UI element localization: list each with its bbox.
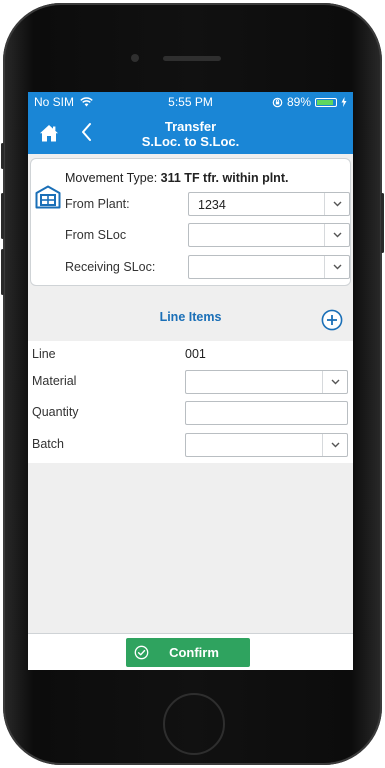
chevron-down-icon (322, 371, 347, 393)
status-right: 89% (272, 95, 347, 109)
home-icon[interactable] (38, 122, 60, 144)
status-bar: No SIM 5:55 PM 89% (28, 92, 353, 112)
quantity-input[interactable] (185, 401, 348, 425)
header-card: Movement Type: 311 TF tfr. within plnt. … (30, 158, 351, 286)
receiving-sloc-label: Receiving SLoc: (65, 260, 156, 274)
add-line-item-icon[interactable] (321, 309, 343, 331)
line-item-form: Line 001 Material Quantity Batch (28, 341, 353, 463)
line-value: 001 (185, 347, 206, 361)
charging-icon (341, 97, 347, 107)
line-label: Line (32, 347, 56, 361)
confirm-button[interactable]: Confirm (126, 638, 250, 667)
from-plant-select[interactable]: 1234 (188, 192, 350, 216)
orientation-lock-icon (272, 97, 283, 107)
volume-down-button (1, 249, 4, 295)
app-screen: No SIM 5:55 PM 89% Transfer S.Loc. to S.… (28, 92, 353, 670)
power-button (381, 193, 384, 253)
from-plant-label: From Plant: (65, 197, 130, 211)
movement-type: Movement Type: 311 TF tfr. within plnt. (65, 171, 288, 185)
battery-icon (315, 97, 337, 107)
page-title: Transfer S.Loc. to S.Loc. (108, 119, 273, 149)
volume-up-button (1, 193, 4, 239)
mute-switch (1, 143, 4, 169)
hardware-home-button[interactable] (163, 693, 225, 755)
chevron-down-icon (324, 224, 349, 246)
from-sloc-select[interactable] (188, 223, 350, 247)
chevron-down-icon (322, 434, 347, 456)
footer-bar: Confirm (28, 633, 353, 670)
front-camera (131, 54, 139, 62)
movement-type-label: Movement Type: (65, 171, 158, 185)
warehouse-icon (35, 185, 61, 209)
material-label: Material (32, 374, 77, 388)
receiving-sloc-select[interactable] (188, 255, 350, 279)
battery-percent: 89% (286, 95, 311, 109)
line-items-title: Line Items (159, 310, 222, 324)
movement-type-value: 311 TF tfr. within plnt. (160, 171, 289, 185)
page-title-line1: Transfer (164, 119, 217, 134)
page-title-line2: S.Loc. to S.Loc. (141, 134, 240, 149)
chevron-down-icon (324, 256, 349, 278)
navigation-bar: Transfer S.Loc. to S.Loc. (28, 112, 353, 154)
battery-fill (317, 99, 333, 105)
from-plant-value: 1234 (198, 198, 226, 212)
quantity-label: Quantity (32, 405, 79, 419)
back-chevron-icon[interactable] (80, 121, 94, 143)
batch-select[interactable] (185, 433, 348, 457)
confirm-label: Confirm (169, 645, 219, 660)
from-sloc-label: From SLoc (65, 228, 127, 242)
chevron-down-icon (324, 193, 349, 215)
earpiece-speaker (163, 56, 221, 61)
material-select[interactable] (185, 370, 348, 394)
batch-label: Batch (32, 437, 64, 451)
